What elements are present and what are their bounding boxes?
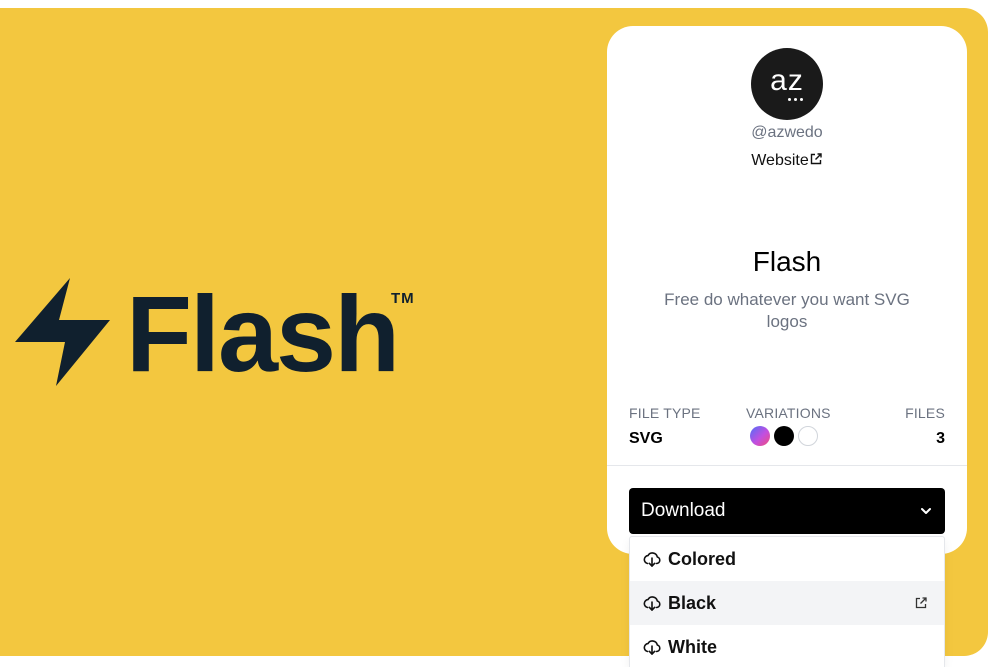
card-divider (607, 465, 967, 466)
download-option-colored[interactable]: Colored (630, 537, 944, 581)
swatch-colored[interactable] (750, 426, 770, 446)
avatar-dots (788, 98, 803, 101)
hero-wordmark: Flash (126, 273, 400, 394)
external-link-icon (810, 153, 822, 165)
avatar-text: az (770, 64, 804, 97)
file-type-label: FILE TYPE (629, 405, 701, 421)
download-button[interactable]: Download (629, 488, 945, 534)
option-label: White (668, 636, 717, 657)
file-type-value: SVG (629, 430, 663, 447)
swatch-white[interactable] (798, 426, 818, 446)
variation-swatches (750, 426, 818, 446)
chevron-down-icon (921, 508, 931, 514)
download-cloud-icon (643, 552, 661, 567)
download-menu: Colored Black White (629, 536, 945, 667)
download-label: Download (641, 500, 726, 521)
website-link[interactable]: Website (607, 152, 967, 170)
trademark-symbol: TM (391, 290, 415, 307)
lightning-bolt-icon (15, 278, 110, 386)
download-cloud-icon (643, 596, 661, 611)
files-label: FILES (905, 405, 945, 421)
option-label: Colored (668, 548, 737, 569)
download-cloud-icon (643, 640, 661, 655)
download-option-black[interactable]: Black (630, 581, 944, 625)
logo-title: Flash (752, 246, 822, 277)
hero-logo: Flash (15, 273, 400, 394)
author-avatar[interactable]: az (751, 48, 823, 120)
files-count: 3 (936, 430, 945, 447)
download-option-white[interactable]: White (630, 625, 944, 667)
website-label: Website (751, 152, 809, 169)
external-link-icon (915, 597, 927, 609)
option-label: Black (668, 592, 717, 613)
logo-details-card: az @azwedo Website Flash Free do whateve… (607, 26, 967, 554)
author-handle[interactable]: @azwedo (607, 124, 967, 142)
swatch-black[interactable] (774, 426, 794, 446)
logo-description: Free do whatever you want SVG logos (664, 290, 910, 331)
variations-label: VARIATIONS (746, 405, 831, 421)
